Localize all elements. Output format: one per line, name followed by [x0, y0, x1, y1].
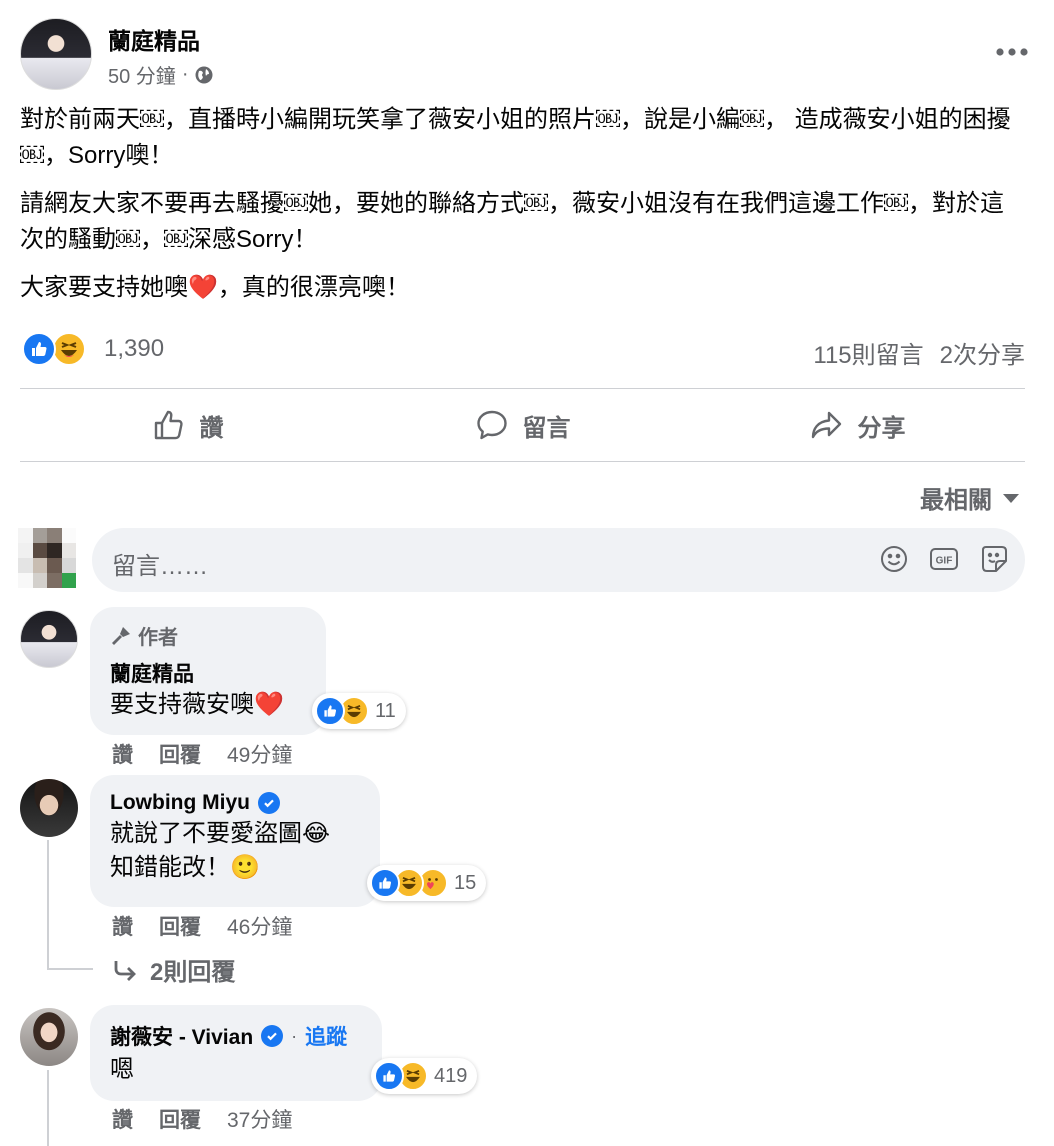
commenter-name-text: Lowbing Miyu [110, 791, 250, 814]
commenter-name-text: 蘭庭精品 [110, 663, 194, 686]
comment-text: 要支持薇安噢❤️ [110, 691, 284, 718]
comment-reactions[interactable]: 15 [367, 865, 487, 901]
gif-icon[interactable]: GIF [929, 544, 959, 574]
sort-label: 最相關 [920, 487, 992, 514]
shares-count[interactable]: 2次分享 [940, 335, 1025, 370]
replies-label: 2則回覆 [150, 959, 236, 986]
like-label: 讚 [199, 414, 224, 442]
comment-reaction-count: 15 [454, 871, 477, 894]
caret-down-icon [1003, 493, 1019, 503]
comment-like-button[interactable]: 讚 [112, 1104, 133, 1134]
verified-icon [257, 792, 280, 814]
author-badge: 作者 [110, 621, 306, 650]
mic-icon [112, 626, 130, 645]
comment-reply-button[interactable]: 回覆 [159, 739, 201, 769]
comment-sort-dropdown[interactable]: 最相關 [920, 480, 1020, 515]
divider [20, 461, 1025, 462]
current-user-avatar [18, 528, 76, 588]
post-actions: 讚 留言 分享 [20, 390, 1025, 460]
author-avatar[interactable] [20, 18, 92, 90]
more-options-button[interactable] [994, 34, 1030, 70]
reaction-count[interactable]: 1,390 [104, 335, 164, 363]
share-button[interactable]: 分享 [690, 390, 1025, 460]
reaction-icons[interactable] [22, 332, 86, 366]
comment-reaction-count: 419 [434, 1064, 468, 1087]
comment-actions: 讚 回覆 46分鐘 [112, 911, 292, 941]
emoji-icon[interactable] [879, 544, 909, 574]
follow-button[interactable]: 追蹤 [305, 1021, 347, 1051]
comment-time[interactable]: 46分鐘 [227, 911, 292, 941]
share-icon [811, 411, 841, 439]
thread-line [47, 840, 49, 968]
post-text: 對於前兩天￼，直播時小編開玩笑拿了薇安小姐的照片￼，說是小編￼， 造成薇安小姐的… [20, 102, 1020, 318]
commenter-avatar[interactable] [20, 610, 78, 668]
divider [20, 388, 1025, 389]
post-paragraph: 請網友大家不要再去騷擾￼她，要她的聯絡方式￼，薇安小姐沒有在我們這邊工作￼，對於… [20, 190, 1004, 253]
engagement-stats: 115則留言 2次分享 [813, 335, 1025, 370]
like-icon [154, 410, 183, 440]
post-paragraph: 對於前兩天￼，直播時小編開玩笑拿了薇安小姐的照片￼，說是小編￼， 造成薇安小姐的… [20, 106, 1011, 169]
author-badge-label: 作者 [138, 627, 178, 649]
comment-reply-button[interactable]: 回覆 [159, 1104, 201, 1134]
sticker-icon[interactable] [979, 544, 1009, 574]
comment-time[interactable]: 37分鐘 [227, 1104, 292, 1134]
post-time[interactable]: 50 分鐘 [108, 60, 176, 89]
comment-like-button[interactable]: 讚 [112, 739, 133, 769]
svg-text:GIF: GIF [936, 556, 953, 567]
comment-text-line: 就說了不要愛盜圖😂 [110, 820, 331, 847]
comment-actions: 讚 回覆 49分鐘 [112, 739, 292, 769]
commenter-avatar[interactable] [20, 1008, 78, 1066]
post-meta: 50 分鐘 · [108, 60, 214, 89]
thread-line [47, 1070, 49, 1146]
like-icon [374, 1061, 404, 1091]
comment-like-button[interactable]: 讚 [112, 911, 133, 941]
meta-separator: · [181, 63, 189, 85]
comment-label: 留言 [522, 414, 571, 442]
comment-time[interactable]: 49分鐘 [227, 739, 292, 769]
like-icon [22, 332, 56, 366]
like-icon [315, 696, 345, 726]
comment-input[interactable]: 留言…… GIF [92, 528, 1025, 592]
post-header: 蘭庭精品 50 分鐘 · [20, 18, 1034, 90]
comment-reply-button[interactable]: 回覆 [159, 911, 201, 941]
thread-line [47, 968, 93, 970]
comment-reaction-count: 11 [375, 699, 396, 722]
comment-text: 嗯 [110, 1056, 134, 1083]
follow-separator: · [291, 1025, 298, 1046]
comment-bubble: 謝薇安 - Vivian · 追蹤 嗯 [90, 1005, 382, 1101]
haha-icon [52, 332, 86, 366]
commenter-avatar[interactable] [20, 779, 78, 837]
comment-placeholder: 留言…… [112, 553, 208, 580]
view-replies-link[interactable]: 2則回覆 [112, 952, 235, 987]
like-button[interactable]: 讚 [20, 390, 355, 460]
comment-reactions[interactable]: 419 [371, 1058, 478, 1094]
verified-icon [261, 1025, 284, 1047]
globe-icon [195, 66, 213, 83]
share-label: 分享 [857, 414, 906, 442]
comments-count[interactable]: 115則留言 [813, 335, 923, 370]
reply-arrow-icon [114, 960, 136, 981]
comment-button[interactable]: 留言 [355, 390, 690, 460]
composer-tools: GIF [879, 544, 1009, 574]
commenter-name-text[interactable]: 謝薇安 - Vivian [110, 1021, 253, 1051]
comment-text-line: 知錯能改！🙂 [110, 854, 260, 881]
comment-actions: 讚 回覆 37分鐘 [112, 1104, 292, 1134]
reactions-summary: 1,390 115則留言 2次分享 [20, 330, 1025, 370]
author-name[interactable]: 蘭庭精品 [108, 22, 200, 56]
commenter-name[interactable]: Lowbing Miyu [110, 791, 360, 815]
commenter-name: 謝薇安 - Vivian · 追蹤 [110, 1021, 362, 1051]
like-icon [370, 868, 400, 898]
more-icon [996, 48, 1028, 56]
comment-icon [476, 410, 507, 440]
comment-reactions[interactable]: 11 [312, 693, 406, 729]
post-paragraph: 大家要支持她噢❤️，真的很漂亮噢！ [20, 274, 410, 301]
commenter-name[interactable]: 蘭庭精品 [110, 658, 306, 688]
comment-bubble: 作者 蘭庭精品 要支持薇安噢❤️ [90, 607, 326, 735]
comment-bubble: Lowbing Miyu 就說了不要愛盜圖😂 知錯能改！🙂 [90, 775, 380, 907]
